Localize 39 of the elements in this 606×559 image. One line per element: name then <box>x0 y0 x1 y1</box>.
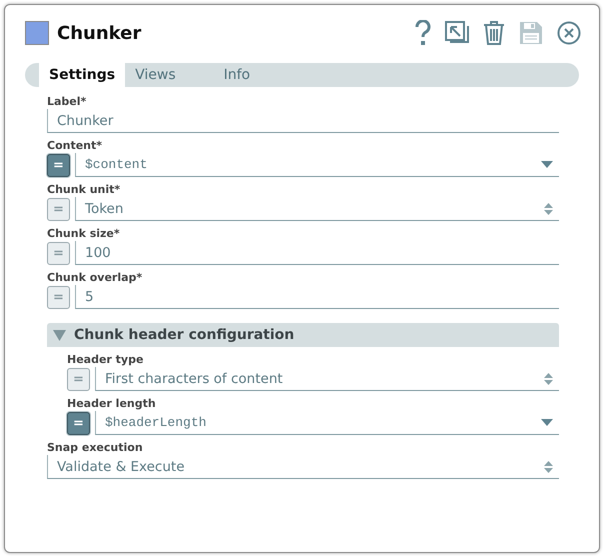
select-field[interactable]: $content <box>75 153 559 177</box>
sort-arrows-icon <box>544 202 553 216</box>
field-label: Header type <box>67 353 144 367</box>
collapse-triangle-icon <box>53 330 66 340</box>
expression-toggle[interactable]: = <box>47 198 70 220</box>
input-field[interactable]: 5 <box>75 285 559 309</box>
field-label: Chunk overlap* <box>47 271 144 285</box>
dropdown-arrow-icon <box>541 161 553 168</box>
section-title: Chunk header configuration <box>74 327 294 343</box>
select-field[interactable]: Token <box>75 197 559 221</box>
close-icon[interactable] <box>557 21 581 45</box>
dropdown-arrow-icon <box>541 419 553 426</box>
field-label: Header length <box>67 397 157 411</box>
section-header[interactable]: Chunk header configuration <box>47 323 559 347</box>
select-field[interactable]: $headerLength <box>95 411 559 435</box>
expression-toggle[interactable]: = <box>47 286 70 308</box>
tab[interactable]: Views <box>125 63 186 87</box>
expression-toggle[interactable]: = <box>67 368 90 390</box>
input-field[interactable]: Chunker <box>47 109 559 133</box>
expression-toggle[interactable]: = <box>67 412 90 434</box>
sort-arrows-icon <box>544 460 553 474</box>
expression-toggle[interactable]: = <box>47 154 70 176</box>
field-label: Label* <box>47 95 88 109</box>
field-label: Chunk unit* <box>47 183 122 197</box>
export-icon[interactable] <box>445 21 469 45</box>
help-icon[interactable] <box>415 20 431 46</box>
select-field[interactable]: Validate & Execute <box>47 455 559 479</box>
window-title: Chunker <box>57 22 142 44</box>
tab[interactable]: Settings <box>39 63 126 87</box>
expression-toggle[interactable]: = <box>47 242 70 264</box>
sort-arrows-icon <box>544 372 553 386</box>
trash-icon[interactable] <box>483 21 505 45</box>
field-label: Snap execution <box>47 441 144 455</box>
field-label: Content* <box>47 139 104 153</box>
tab[interactable]: Info <box>214 63 260 87</box>
field-label: Chunk size* <box>47 227 121 241</box>
select-field[interactable]: First characters of content <box>95 367 559 391</box>
input-field[interactable]: 100 <box>75 241 559 265</box>
snap-color-swatch <box>25 21 49 45</box>
